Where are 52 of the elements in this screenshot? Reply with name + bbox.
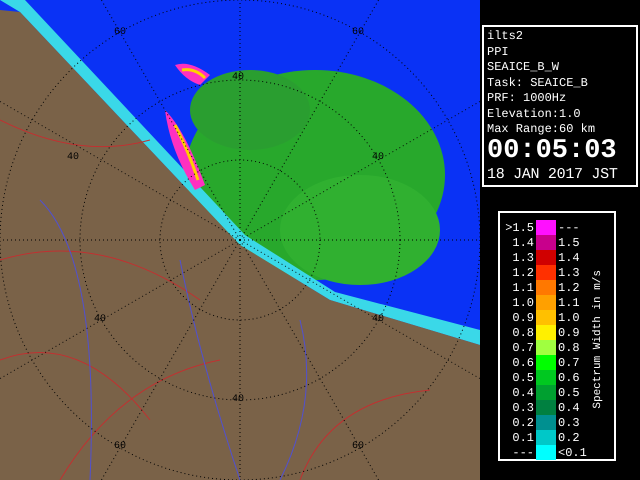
range-label: 40 — [232, 73, 244, 83]
legend-high-label: 0.6 — [558, 372, 581, 384]
info-line: Max Range:60 km — [487, 122, 596, 138]
range-label: 60 — [114, 442, 126, 452]
info-line: Elevation:1.0 — [487, 106, 582, 122]
time-text: 00:05:03 — [487, 138, 618, 164]
legend-high-label: 0.2 — [558, 432, 581, 444]
date-text: 18 JAN 2017 JST — [487, 164, 619, 184]
legend-low-label: 1.0 — [511, 296, 534, 308]
legend-low-label: 1.2 — [511, 266, 534, 278]
legend-high-label: 0.9 — [558, 326, 581, 338]
legend-high-label: 0.4 — [558, 402, 581, 414]
info-line: Task: SEAICE_B — [487, 76, 589, 91]
legend-low-label: 0.6 — [511, 356, 534, 368]
legend-low-label: 0.7 — [511, 342, 534, 354]
legend-high-label: 1.5 — [558, 236, 581, 248]
legend-high-label: 1.0 — [558, 312, 581, 324]
legend-high-label: 1.4 — [558, 252, 581, 264]
legend-low-label: 0.3 — [511, 402, 534, 414]
legend-low-label: 0.9 — [511, 312, 534, 324]
info-line: ilts2 — [487, 29, 524, 44]
legend-high-label: 1.3 — [558, 266, 581, 278]
legend-low-label: 0.8 — [511, 326, 534, 338]
legend-high-label: 1.1 — [558, 296, 581, 308]
legend-low-label: --- — [511, 446, 534, 458]
legend-low-label: 1.3 — [511, 252, 534, 264]
legend-low-label: 0.5 — [511, 372, 534, 384]
range-label: 60 — [114, 28, 126, 38]
legend-low-label: 0.4 — [511, 386, 534, 398]
legend-title: Spectrum Width in m/s — [591, 270, 605, 409]
legend-low-label: 1.1 — [511, 282, 534, 294]
legend-high-label: --- — [558, 222, 581, 234]
range-label: 40 — [67, 153, 80, 163]
legend-high-label: <0.1 — [558, 446, 588, 458]
legend-high-label: 0.3 — [558, 416, 581, 428]
range-label: 40 — [372, 153, 384, 163]
legend-high-label: 0.5 — [558, 386, 581, 398]
legend-low-label: >1.5 — [504, 222, 534, 234]
range-label: 40 — [232, 395, 244, 405]
range-label: 40 — [94, 315, 106, 325]
info-line: SEAICE_B_W — [487, 60, 560, 76]
legend-low-label: 0.2 — [511, 416, 534, 428]
info-line: PPI — [487, 44, 510, 60]
range-label: 40 — [372, 315, 384, 325]
legend-low-label: 1.4 — [511, 236, 534, 248]
range-label: 60 — [352, 442, 364, 452]
info-line: PRF: 1000Hz — [487, 91, 568, 106]
legend-low-label: 0.1 — [511, 432, 534, 444]
legend-high-label: 0.7 — [558, 356, 581, 368]
legend-high-label: 1.2 — [558, 282, 581, 294]
legend-high-label: 0.8 — [558, 342, 581, 354]
range-label: 60 — [352, 28, 364, 38]
